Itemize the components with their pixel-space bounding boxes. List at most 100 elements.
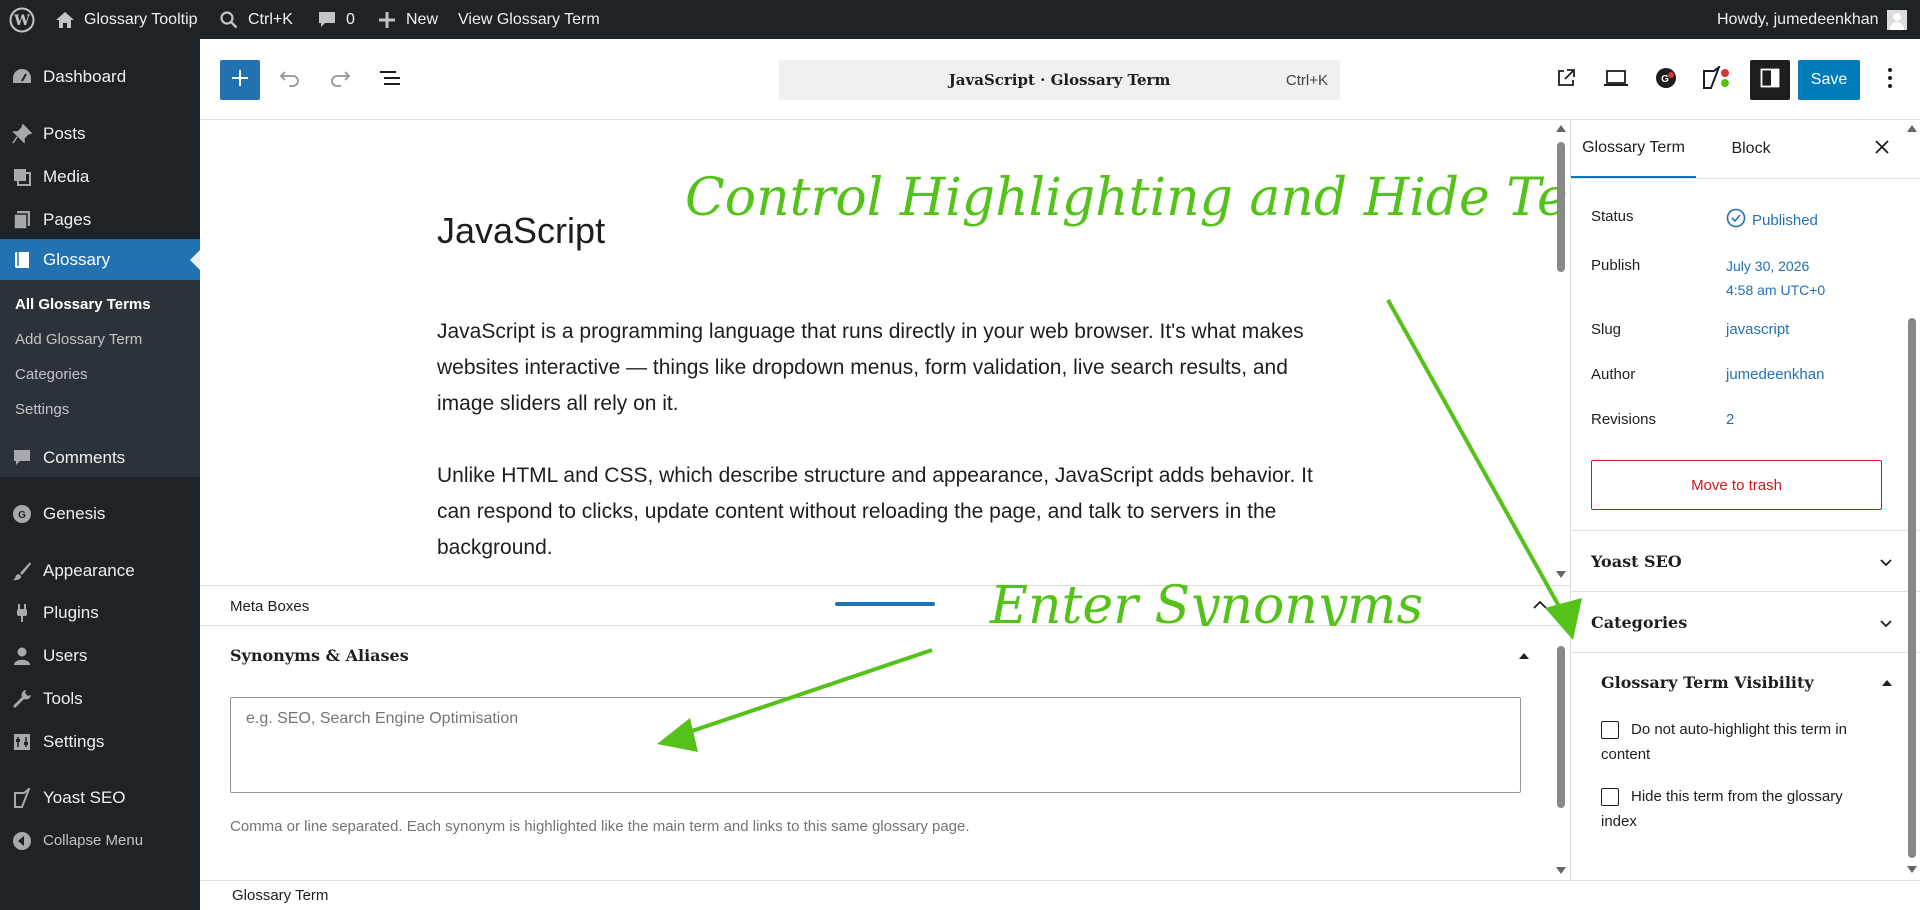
paintbrush-icon xyxy=(11,560,33,582)
resize-handle[interactable] xyxy=(835,602,935,606)
user-icon xyxy=(11,645,33,667)
book-icon xyxy=(11,249,33,271)
menu-users[interactable]: Users xyxy=(0,634,200,677)
howdy-text: Howdy, jumedeenkhan xyxy=(1717,10,1879,28)
hide-from-index-label[interactable]: Hide this term from the glossary index xyxy=(1601,784,1881,834)
paragraph-block[interactable]: JavaScript is a programming language tha… xyxy=(437,314,1317,422)
pages-icon xyxy=(11,209,33,231)
external-link-icon xyxy=(1556,68,1576,93)
comments-link[interactable]: 0 xyxy=(316,0,355,39)
menu-dashboard[interactable]: Dashboard xyxy=(0,55,200,98)
plus-icon xyxy=(231,69,249,92)
editor-canvas[interactable]: JavaScript JavaScript is a programming l… xyxy=(200,120,1570,585)
plug-icon xyxy=(11,602,33,624)
chevron-up-icon[interactable] xyxy=(1532,597,1548,618)
no-autohighlight-label[interactable]: Do not auto-highlight this term in conte… xyxy=(1601,717,1881,767)
settings-sidebar-toggle[interactable] xyxy=(1750,60,1790,100)
author-label: Author xyxy=(1591,366,1636,383)
metabox-scrollbar[interactable] xyxy=(1553,626,1569,880)
meta-boxes-bar[interactable]: Meta Boxes Enter Synonyms xyxy=(200,576,1570,636)
command-palette-bar[interactable]: JavaScript · Glossary Term Ctrl+K xyxy=(779,60,1340,100)
revisions-value[interactable]: 2 xyxy=(1726,411,1734,428)
undo-icon xyxy=(279,69,301,92)
yoast-panel[interactable]: Yoast SEO xyxy=(1571,530,1920,591)
menu-pages[interactable]: Pages xyxy=(0,198,200,241)
chevron-down-icon xyxy=(1879,616,1893,630)
tab-glossary-term[interactable]: Glossary Term xyxy=(1571,120,1696,178)
menu-plugins[interactable]: Plugins xyxy=(0,591,200,634)
redo-button[interactable] xyxy=(320,60,360,100)
sidebar-scrollbar[interactable] xyxy=(1904,120,1920,880)
collapse-menu-button[interactable]: Collapse Menu xyxy=(0,819,200,862)
desktop-icon xyxy=(1604,69,1628,92)
categories-panel[interactable]: Categories xyxy=(1571,591,1920,652)
status-value-button[interactable]: Published xyxy=(1726,208,1818,232)
publish-date-button[interactable]: July 30, 2026 4:58 am UTC+0 xyxy=(1726,254,1825,302)
undo-button[interactable] xyxy=(270,60,310,100)
block-inserter-button[interactable] xyxy=(220,60,260,100)
media-icon xyxy=(11,166,33,188)
admin-bar: W Glossary Tooltip Ctrl+K 0 New View Glo… xyxy=(0,0,1920,39)
annotation-control-highlighting: Control Highlighting and Hide Term xyxy=(685,168,1570,228)
menu-yoast[interactable]: Yoast SEO xyxy=(0,776,200,819)
menu-tools[interactable]: Tools xyxy=(0,677,200,720)
collapse-icon xyxy=(11,830,33,852)
site-name: Glossary Tooltip xyxy=(84,10,198,28)
paragraph-block[interactable]: Unlike HTML and CSS, which describe stru… xyxy=(437,458,1317,566)
collapse-arrow-icon[interactable] xyxy=(1518,648,1530,666)
menu-appearance[interactable]: Appearance xyxy=(0,549,200,592)
check-circle-icon xyxy=(1726,208,1746,232)
meta-boxes-label: Meta Boxes xyxy=(230,598,310,615)
chevron-down-icon xyxy=(1879,555,1893,569)
genesis-settings-button[interactable]: G xyxy=(1646,60,1686,100)
document-overview-button[interactable] xyxy=(370,60,410,100)
search-shortcut: Ctrl+K xyxy=(248,10,293,28)
author-value[interactable]: jumedeenkhan xyxy=(1726,366,1824,383)
save-button[interactable]: Save xyxy=(1798,60,1860,100)
collapse-arrow-icon[interactable] xyxy=(1881,675,1893,693)
document-title: JavaScript · Glossary Term xyxy=(948,71,1171,89)
wordpress-logo-icon[interactable]: W xyxy=(9,0,35,39)
status-label: Status xyxy=(1591,208,1634,225)
visibility-panel-title[interactable]: Glossary Term Visibility xyxy=(1601,673,1814,692)
close-icon xyxy=(1875,139,1889,159)
plus-icon xyxy=(376,9,398,31)
device-preview-button[interactable] xyxy=(1596,60,1636,100)
pin-icon xyxy=(11,123,33,145)
wrench-icon xyxy=(11,688,33,710)
yoast-seo-button[interactable] xyxy=(1696,60,1736,100)
publish-label: Publish xyxy=(1591,257,1641,274)
new-content-link[interactable]: New xyxy=(376,0,438,39)
redo-icon xyxy=(329,69,351,92)
menu-posts[interactable]: Posts xyxy=(0,112,200,155)
post-title[interactable]: JavaScript xyxy=(437,210,605,252)
move-to-trash-button[interactable]: Move to trash xyxy=(1591,460,1882,510)
submenu-add-term[interactable]: Add Glossary Term xyxy=(15,331,142,348)
editor-scrollbar[interactable] xyxy=(1553,120,1569,585)
admin-search-link[interactable]: Ctrl+K xyxy=(218,0,293,39)
account-menu[interactable]: Howdy, jumedeenkhan xyxy=(1717,0,1907,39)
submenu-all-terms[interactable]: All Glossary Terms xyxy=(15,296,151,313)
synonyms-input[interactable] xyxy=(230,697,1521,793)
menu-genesis[interactable]: G Genesis xyxy=(0,492,200,535)
dashboard-icon xyxy=(11,66,33,88)
close-sidebar-button[interactable] xyxy=(1867,134,1897,164)
submenu-settings[interactable]: Settings xyxy=(15,401,69,418)
menu-media[interactable]: Media xyxy=(0,155,200,198)
yoast-icon xyxy=(1701,63,1731,95)
view-post-button[interactable] xyxy=(1546,60,1586,100)
editor-toolbar: JavaScript · Glossary Term Ctrl+K G Save xyxy=(200,39,1920,120)
menu-comments[interactable]: Comments xyxy=(0,436,200,479)
tab-block[interactable]: Block xyxy=(1711,120,1791,178)
slug-value[interactable]: javascript xyxy=(1726,321,1789,338)
site-name-link[interactable]: Glossary Tooltip xyxy=(54,0,198,39)
search-icon xyxy=(218,9,240,31)
menu-settings[interactable]: Settings xyxy=(0,720,200,763)
submenu-categories[interactable]: Categories xyxy=(15,366,88,383)
menu-glossary[interactable]: Glossary xyxy=(0,239,200,280)
options-menu-button[interactable] xyxy=(1870,60,1910,100)
breadcrumb[interactable]: Glossary Term xyxy=(232,887,328,904)
comment-icon xyxy=(316,9,338,31)
view-term-link[interactable]: View Glossary Term xyxy=(458,0,600,39)
list-view-icon xyxy=(379,69,401,92)
